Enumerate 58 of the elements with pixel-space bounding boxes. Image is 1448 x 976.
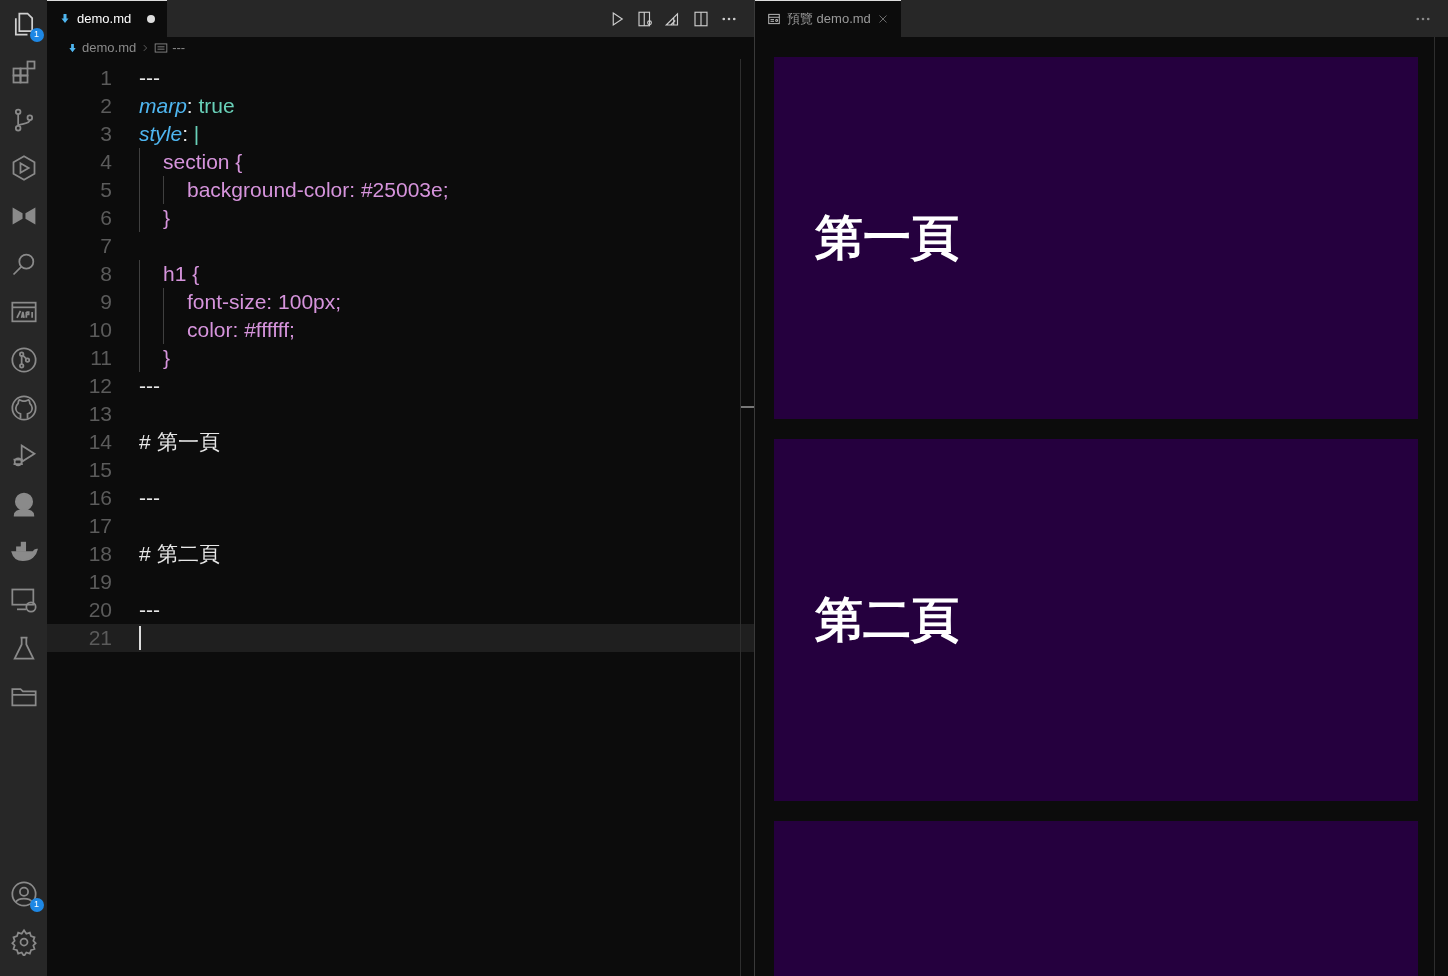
- code-line: background-color: #25003e;: [186, 177, 449, 204]
- line-number: 8: [99, 261, 112, 288]
- preview-icon[interactable]: [636, 9, 654, 28]
- line-number: 6: [99, 205, 112, 232]
- line-number: 14: [87, 429, 112, 456]
- code-line: ---: [139, 597, 160, 624]
- markdown-icon: [59, 13, 71, 25]
- code-line: style: |: [139, 121, 200, 148]
- notification-badge: 1: [29, 898, 44, 912]
- code-line: ---: [139, 373, 160, 400]
- notification-badge: 1: [29, 28, 44, 42]
- line-number: 1: [99, 65, 112, 92]
- code-line: marp: true: [139, 93, 235, 120]
- settings-icon[interactable]: [9, 928, 38, 956]
- slide-heading: 第一頁: [815, 210, 959, 267]
- git-graph-icon[interactable]: [9, 346, 38, 374]
- preview-tab[interactable]: 預覽 demo.md: [755, 0, 901, 37]
- line-number: 12: [87, 373, 112, 400]
- code-line: font-size: 100px;: [186, 289, 342, 316]
- code-line: # 第一頁: [139, 429, 220, 456]
- breadcrumb-item[interactable]: ---: [172, 38, 186, 58]
- line-number: 9: [99, 289, 112, 316]
- editor-tab[interactable]: demo.md: [47, 0, 168, 37]
- accounts-icon[interactable]: [9, 880, 38, 908]
- line-number: 17: [87, 513, 112, 540]
- code-line: section {: [162, 149, 243, 176]
- line-number: 15: [87, 457, 112, 484]
- code-line: # 第二頁: [139, 541, 220, 568]
- code-line: }: [162, 205, 170, 232]
- split-icon[interactable]: [692, 9, 710, 28]
- code-line: h1 {: [162, 261, 200, 288]
- slide-heading: 第二頁: [815, 592, 959, 649]
- line-number: 10: [87, 317, 112, 344]
- breadcrumb-item[interactable]: demo.md: [82, 38, 137, 58]
- line-number: 16: [87, 485, 112, 512]
- line-number: 7: [99, 233, 112, 260]
- preview-icon: [767, 12, 781, 26]
- code-line: color: #ffffff;: [186, 317, 295, 344]
- code-line: ---: [139, 65, 160, 92]
- line-number: 3: [99, 121, 112, 148]
- close-icon[interactable]: [876, 13, 889, 25]
- unsaved-dot: [147, 15, 156, 23]
- remote-icon[interactable]: [9, 586, 38, 614]
- line-number: 4: [99, 149, 112, 176]
- string-icon: [154, 41, 169, 55]
- line-number: 21: [87, 625, 112, 652]
- line-number: 2: [99, 93, 112, 120]
- line-number: 19: [87, 569, 112, 596]
- line-number: 5: [99, 177, 112, 204]
- line-number: 18: [87, 541, 112, 568]
- line-number: 11: [89, 345, 112, 372]
- line-number: 13: [87, 401, 112, 428]
- line-number: 20: [87, 597, 112, 624]
- markdown-icon: [67, 42, 78, 54]
- code-line: ---: [139, 485, 160, 512]
- github-icon[interactable]: [9, 394, 38, 422]
- text-cursor: [139, 626, 141, 650]
- code-line: }: [162, 345, 170, 372]
